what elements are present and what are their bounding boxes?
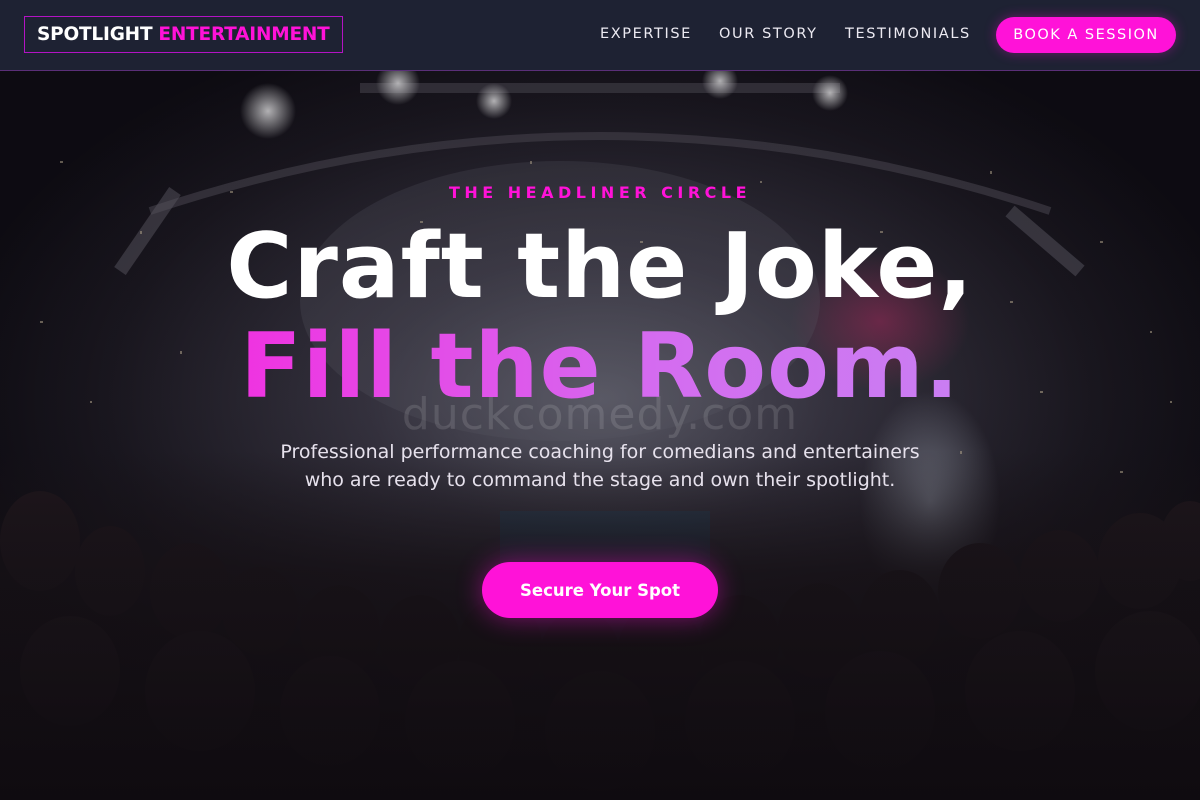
brand-name-primary: SPOTLIGHT [37, 24, 153, 45]
hero-headline-line2: Fill the Room. [0, 322, 1200, 412]
hero-section: THE HEADLINER CIRCLE Craft the Joke, duc… [0, 71, 1200, 800]
book-session-button[interactable]: BOOK A SESSION [996, 17, 1176, 53]
brand-name-accent: ENTERTAINMENT [158, 24, 330, 45]
hero-headline-line1: Craft the Joke, [226, 214, 974, 319]
top-navbar: SPOTLIGHT ENTERTAINMENT EXPERTISE OUR ST… [0, 0, 1200, 71]
nav-link-our-story[interactable]: OUR STORY [719, 26, 818, 42]
hero-subtitle: Professional performance coaching for co… [280, 441, 920, 491]
secure-spot-button[interactable]: Secure Your Spot [482, 562, 718, 618]
brand-logo[interactable]: SPOTLIGHT ENTERTAINMENT [24, 16, 343, 53]
nav-link-expertise[interactable]: EXPERTISE [600, 26, 692, 42]
hero-eyebrow: THE HEADLINER CIRCLE [448, 183, 752, 202]
landing-page: SPOTLIGHT ENTERTAINMENT EXPERTISE OUR ST… [0, 0, 1200, 800]
nav-link-testimonials[interactable]: TESTIMONIALS [845, 26, 971, 42]
